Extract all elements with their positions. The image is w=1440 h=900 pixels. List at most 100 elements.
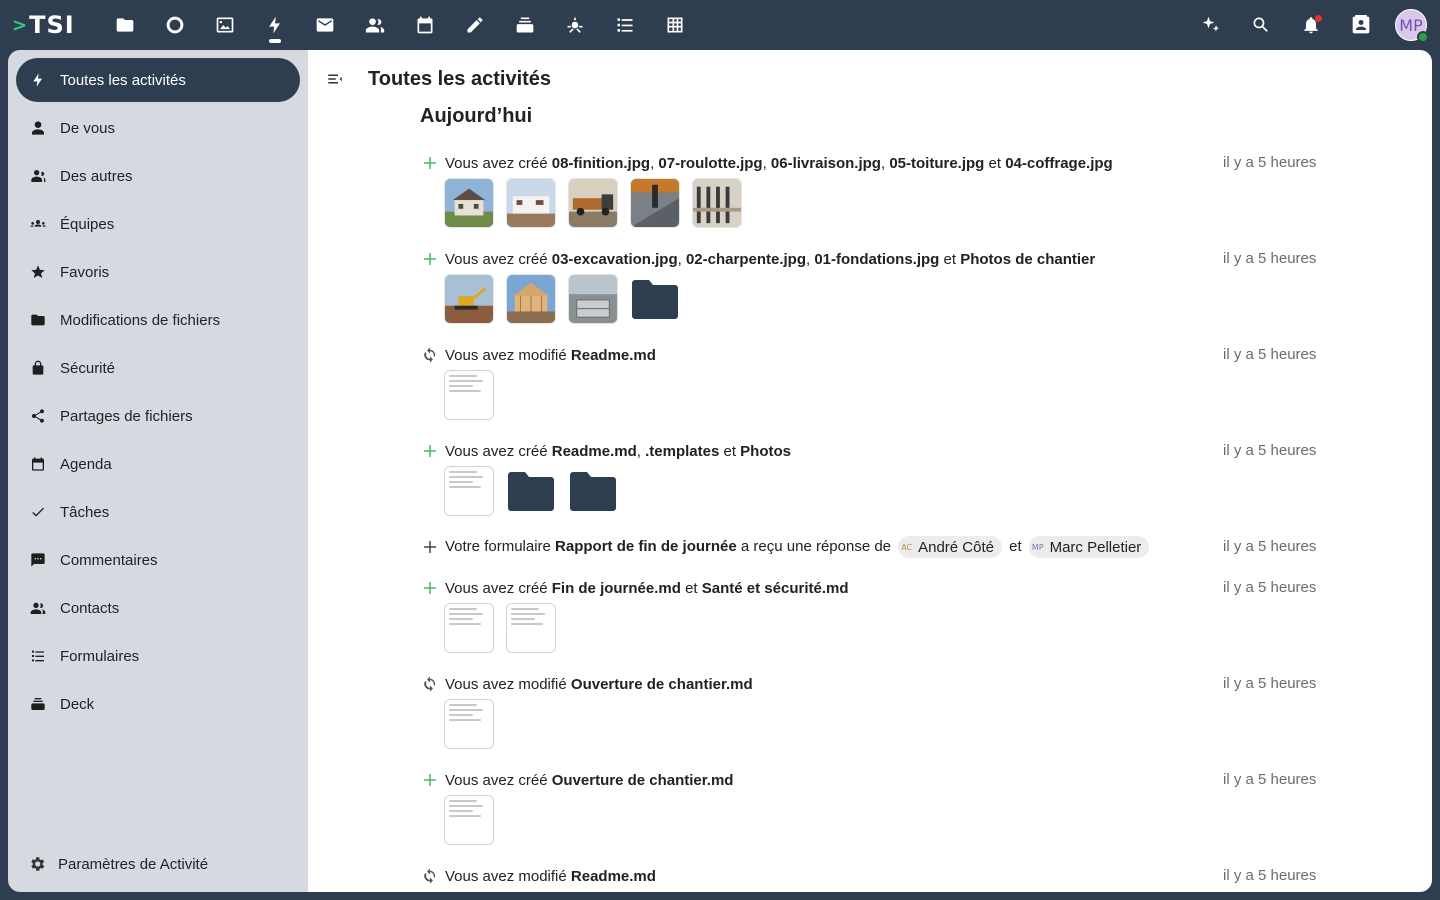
- search-button[interactable]: [1236, 0, 1286, 50]
- file-link[interactable]: 03-excavation.jpg: [552, 251, 678, 268]
- sidebar-item-equipes[interactable]: Équipes: [16, 202, 300, 246]
- document-preview[interactable]: [444, 795, 494, 845]
- app-list[interactable]: [600, 0, 650, 50]
- file-link[interactable]: Ouverture de chantier.md: [571, 676, 753, 693]
- sidebar-item-deck[interactable]: Deck: [16, 682, 300, 726]
- sidebar-item-de-vous[interactable]: De vous: [16, 106, 300, 150]
- sidebar-item-taches[interactable]: Tâches: [16, 490, 300, 534]
- image-preview[interactable]: [444, 178, 494, 228]
- sidebar-item-label: Commentaires: [60, 551, 158, 569]
- file-link[interactable]: 04-coffrage.jpg: [1005, 155, 1113, 172]
- activity-timestamp[interactable]: il y a 5 heures: [1223, 579, 1316, 596]
- file-link[interactable]: .templates: [645, 443, 719, 460]
- document-preview[interactable]: [444, 603, 494, 653]
- image-preview[interactable]: [568, 274, 618, 324]
- folder-preview[interactable]: [630, 274, 680, 324]
- file-link[interactable]: Rapport de fin de journée: [555, 538, 737, 555]
- app-folder[interactable]: [100, 0, 150, 50]
- app-contacts[interactable]: [350, 0, 400, 50]
- app-calendar[interactable]: [400, 0, 450, 50]
- sidebar-item-modifications-de-fichiers[interactable]: Modifications de fichiers: [16, 298, 300, 342]
- folder-preview[interactable]: [568, 466, 618, 516]
- sidebar-item-label: Agenda: [60, 455, 112, 473]
- bolt-icon: [269, 16, 280, 34]
- image-preview[interactable]: [692, 178, 742, 228]
- sidebar-item-partages-de-fichiers[interactable]: Partages de fichiers: [16, 394, 300, 438]
- sidebar-item-des-autres[interactable]: Des autres: [16, 154, 300, 198]
- sidebar-item-formulaires[interactable]: Formulaires: [16, 634, 300, 678]
- app-assistant[interactable]: [550, 0, 600, 50]
- activity-item: Vous avez créé Ouverture de chantier.md i…: [418, 767, 1323, 845]
- sidebar-item-label: Contacts: [60, 599, 120, 617]
- image-preview[interactable]: [630, 178, 680, 228]
- file-link[interactable]: 05-toiture.jpg: [889, 155, 984, 172]
- file-link[interactable]: Photos: [740, 443, 791, 460]
- file-link[interactable]: 07-roulotte.jpg: [658, 155, 762, 172]
- app-table[interactable]: [650, 0, 700, 50]
- image-preview[interactable]: [444, 274, 494, 324]
- activity-item: Vous avez créé 03-excavation.jpg, 02-cha…: [418, 246, 1323, 324]
- contacts-icon: [16, 600, 60, 616]
- sidebar-item-commentaires[interactable]: Commentaires: [16, 538, 300, 582]
- activity-timestamp[interactable]: il y a 5 heures: [1223, 250, 1316, 267]
- refresh-icon: [418, 864, 442, 888]
- app-image[interactable]: [200, 0, 250, 50]
- sidebar-item-toutes-les-activites[interactable]: Toutes les activités: [16, 58, 300, 102]
- sidebar-item-agenda[interactable]: Agenda: [16, 442, 300, 486]
- document-preview[interactable]: [444, 466, 494, 516]
- image-preview[interactable]: [568, 178, 618, 228]
- user-icon: [16, 120, 60, 136]
- file-link[interactable]: 01-fondations.jpg: [814, 251, 939, 268]
- assistant-button[interactable]: [1186, 0, 1236, 50]
- activity-timestamp[interactable]: il y a 5 heures: [1223, 346, 1316, 363]
- sidebar-toggle-button[interactable]: [326, 70, 348, 90]
- file-link[interactable]: 08-finition.jpg: [552, 155, 650, 172]
- user-chip[interactable]: AC André Côté: [898, 536, 1002, 558]
- sidebar-item-contacts[interactable]: Contacts: [16, 586, 300, 630]
- document-preview[interactable]: [444, 370, 494, 420]
- app-mail[interactable]: [300, 0, 350, 50]
- image-icon: [216, 17, 234, 33]
- app-pencil[interactable]: [450, 0, 500, 50]
- activity-timestamp[interactable]: il y a 5 heures: [1223, 154, 1316, 171]
- logo[interactable]: > TSI: [12, 10, 74, 40]
- notifications-button[interactable]: [1286, 0, 1336, 50]
- file-link[interactable]: Photos de chantier: [960, 251, 1095, 268]
- activity-settings-button[interactable]: Paramètres de Activité: [16, 850, 208, 878]
- activity-timestamp[interactable]: il y a 5 heures: [1223, 538, 1316, 555]
- file-link[interactable]: Santé et sécurité.md: [702, 580, 849, 597]
- file-link[interactable]: 06-livraison.jpg: [771, 155, 881, 172]
- sidebar-item-securite[interactable]: Sécurité: [16, 346, 300, 390]
- file-link[interactable]: Readme.md: [571, 347, 656, 364]
- file-link[interactable]: Fin de journée.md: [552, 580, 681, 597]
- activity-item: Vous avez modifié Ouverture de chantier.…: [418, 671, 1323, 749]
- file-link[interactable]: Ouverture de chantier.md: [552, 772, 734, 789]
- contacts-menu-button[interactable]: [1336, 0, 1386, 50]
- image-preview[interactable]: [506, 178, 556, 228]
- activity-timestamp[interactable]: il y a 5 heures: [1223, 867, 1316, 884]
- document-preview[interactable]: [506, 603, 556, 653]
- file-link[interactable]: Readme.md: [571, 868, 656, 885]
- circle-icon: [166, 16, 184, 34]
- activity-text: Vous avez créé 03-excavation.jpg, 02-cha…: [445, 250, 1096, 268]
- menu-collapse-icon: [328, 74, 342, 84]
- app-deck[interactable]: [500, 0, 550, 50]
- document-preview[interactable]: [444, 699, 494, 749]
- app-circle[interactable]: [150, 0, 200, 50]
- sidebar-item-favoris[interactable]: Favoris: [16, 250, 300, 294]
- activity-timestamp[interactable]: il y a 5 heures: [1223, 771, 1316, 788]
- user-menu[interactable]: MP: [1386, 0, 1436, 50]
- sidebar-item-label: Tâches: [60, 503, 110, 521]
- folder-icon: [570, 472, 616, 511]
- activity-timestamp[interactable]: il y a 5 heures: [1223, 442, 1316, 459]
- contacts-icon: [365, 18, 385, 33]
- app-bolt[interactable]: [250, 0, 300, 50]
- calendar-icon: [417, 16, 433, 34]
- file-link[interactable]: 02-charpente.jpg: [686, 251, 806, 268]
- image-preview[interactable]: [506, 274, 556, 324]
- activity-timestamp[interactable]: il y a 5 heures: [1223, 675, 1316, 692]
- user-chip[interactable]: MP Marc Pelletier: [1028, 536, 1150, 558]
- gear-icon: [16, 855, 58, 873]
- file-link[interactable]: Readme.md: [552, 443, 637, 460]
- folder-preview[interactable]: [506, 466, 556, 516]
